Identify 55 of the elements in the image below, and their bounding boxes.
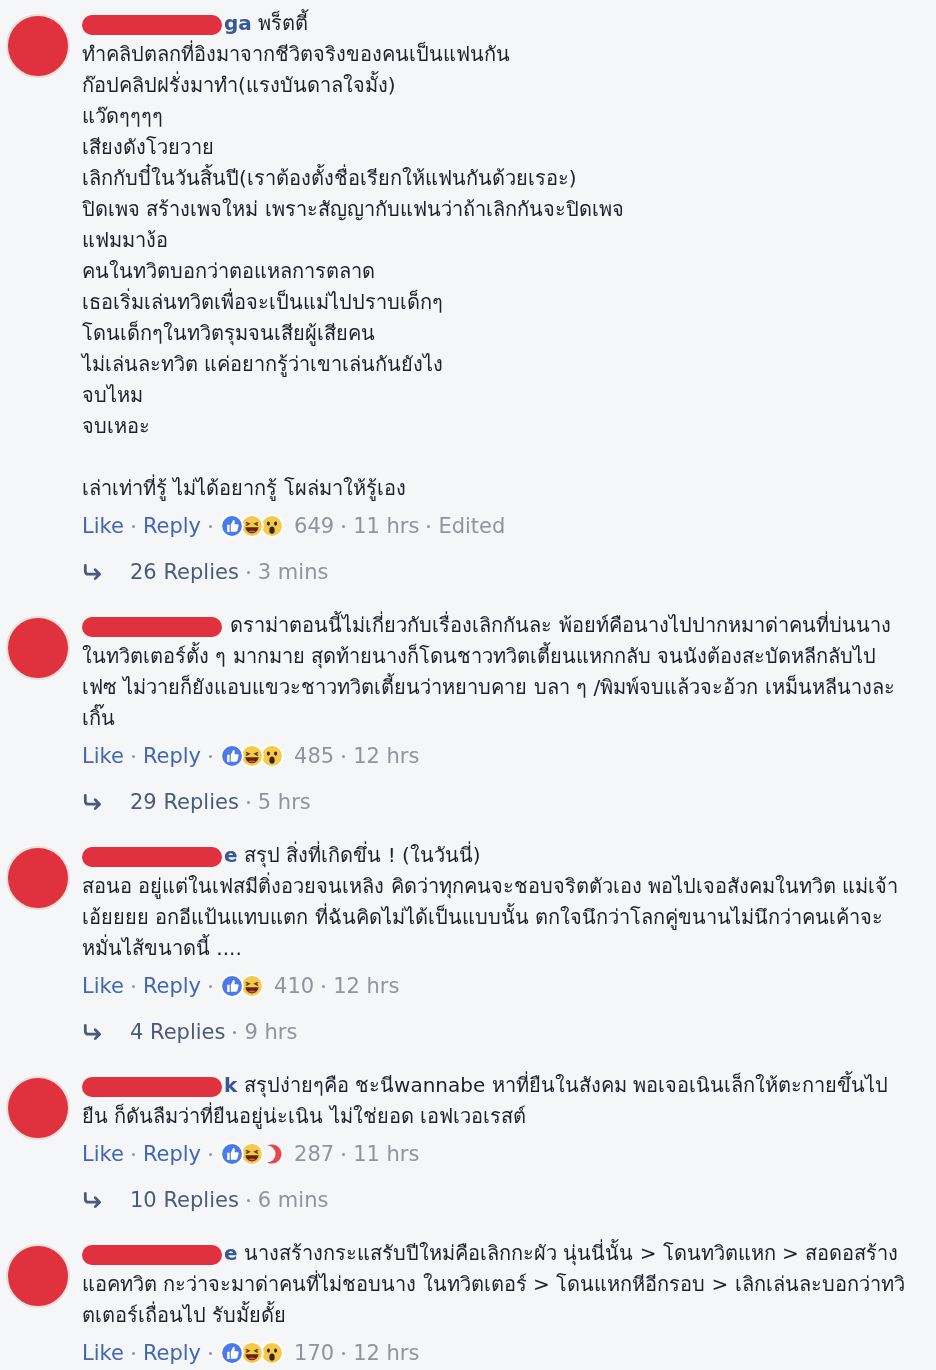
laughing-face-icon	[240, 1341, 265, 1365]
laughing-face-icon	[240, 1142, 265, 1166]
replies-time: 6 mins	[257, 1188, 329, 1212]
like-link[interactable]: Like	[82, 1142, 124, 1166]
comment-text: ga พร็ตตี้ ทำคลิปตลกที่อิงมาจากชีวิตจริงของคนเป็นแฟนกัน ก๊อปคลิปฝรั่งมาทำ(แรงบันดาลใจมั้ง) แว๊ดๆๆๆๆ เสียงดังโวยวาย เลิกกับบี๋ในวันสิ้นปี(เราต้องตั้งชื่อเรียกให้แฟนกันด้วยเรอะ) ปิดเพจ สร้างเพจใหม่ เพราะสัญญากับแฟนว่าถ้าเลิกกันจะปิดเพจ แฟมมาง้อ คนในทวิตบอกว่าตอแหลการตลาด เธอเริ่มเล่นทวิตเพื่อจะเป็นแม่ไปปราบเด็กๆ โดนเด็กๆในทวิตรุมจนเสียผู้เสียคน ไม่เล่นละทวิต แค่อยากรู้ว่าเขาเล่นกันยังไง จบไหม จบเหอะ เล่าเท่าที่รู้ ไม่ได้อยากรู้ โผล่มาให้รู้เอง	[82, 8, 625, 503]
like-reaction-icon	[220, 744, 245, 768]
commenter-name[interactable]: e	[224, 843, 238, 867]
surprised-face-icon	[260, 744, 285, 768]
like-reaction-icon	[220, 1341, 245, 1365]
comment-time[interactable]: 12 hrs	[333, 974, 400, 998]
replies-link[interactable]: 26 Replies	[130, 560, 239, 584]
like-link[interactable]: Like	[82, 1341, 124, 1365]
comment-time[interactable]: 12 hrs	[353, 1341, 420, 1365]
like-reaction-icon	[220, 974, 245, 998]
reaction-count: 485	[294, 744, 335, 768]
reply-link[interactable]: Reply	[142, 514, 202, 538]
comment-time[interactable]: 12 hrs	[353, 744, 420, 768]
reply-link[interactable]: Reply	[142, 744, 202, 768]
replies-link[interactable]: 29 Replies	[130, 790, 239, 814]
reaction-count: 410	[274, 974, 315, 998]
replies-link[interactable]: 4 Replies	[130, 1020, 226, 1044]
reply-arrow-icon	[82, 1191, 104, 1209]
replies-time: 9 hrs	[244, 1020, 298, 1044]
laughing-face-icon	[240, 974, 265, 998]
laughing-face-icon	[240, 744, 265, 768]
like-link[interactable]: Like	[82, 744, 124, 768]
like-reaction-icon	[220, 1142, 245, 1166]
comment-time[interactable]: 11 hrs	[353, 514, 420, 538]
reply-link[interactable]: Reply	[142, 974, 202, 998]
edited-label[interactable]: Edited	[438, 514, 506, 538]
surprised-face-icon	[260, 1341, 285, 1365]
like-link[interactable]: Like	[82, 974, 124, 998]
comment-text: ดราม่าตอนนี้ไม่เกี่ยวกับเรื่องเลิกกันละ พ้อยท์คือนางไปปากหมาด่าคนที่บ่นนางในทวิตเตอร์ตั้ง ๆ มากมาย สุดท้ายนางก็โดนชาวทวิตเตี้ยนแหกกลับ จนนังต้องสะบัดหลีกลับไปเฟซ ไม่วายก็ยังแอบแขวะชาวทวิตเตี้ยนว่าหยาบคาย บลา ๆ /พิมพ์จบแล้วจะอ้วก เหม็นหลีนางละเกิ๊น	[82, 610, 896, 732]
reaction-count: 287	[294, 1142, 335, 1166]
reply-arrow-icon	[82, 563, 104, 581]
comment-text: e สรุป สิ่งที่เกิดขึ่น ! (ในวันนี่) สอนอ อยู่แต่ในเฟสมีติ่งอวยจนเหลิง คิดว่าทุกคนจะชอบจริตตัวเอง พอไปเจอสังคมในทวิต แม่เจ้าเอ้ยยยย อกอีแป้นแทบแตก ที่ฉันคิดไม่ได้เป็นแบบนั้น ตกใจนึกว่าโลกคู่ขนานไม่นึกว่าคนเค้าจะหมั่นไส้ขนาดนี้ ....	[82, 840, 900, 962]
surprised-face-icon	[260, 514, 285, 538]
laughing-face-icon	[240, 514, 265, 538]
like-link[interactable]: Like	[82, 514, 124, 538]
replies-link[interactable]: 10 Replies	[130, 1188, 239, 1212]
like-reaction-icon	[220, 514, 245, 538]
commenter-name[interactable]: e	[224, 1241, 238, 1265]
commenter-name[interactable]: ga	[224, 11, 252, 35]
reaction-count: 649	[294, 514, 335, 538]
comment-time[interactable]: 11 hrs	[353, 1142, 420, 1166]
replies-time: 5 hrs	[257, 790, 311, 814]
replies-time: 3 mins	[257, 560, 329, 584]
reaction-count: 170	[294, 1341, 335, 1365]
comment-text: k สรุปง่ายๆคือ ชะนีwannabe หาที่ยืนในสังคม พอเจอเนินเล็กให้ตะกายขึ้นไปยืน ก็ดันลืมว่าที่ยืนอยู่น่ะเนิน ไม่ใช่ยอด เอฟเวอเรสต์	[82, 1070, 889, 1131]
reply-arrow-icon	[82, 793, 104, 811]
reply-arrow-icon	[82, 1023, 104, 1041]
reply-link[interactable]: Reply	[142, 1142, 202, 1166]
commenter-name[interactable]: k	[224, 1073, 238, 1097]
comment-text: e นางสร้างกระแสรับปีใหม่คือเลิกกะผัว นุ่นนี่นั้น > โดนทวิตแหก > สอดอสร้างแอคทวิต กะว่าจะมาด่าคนที่ไม่ชอบนาง ในทวิตเตอร์ > โดนแหกหีอีกรอบ > เลิกเล่นละบอกว่าทวิตเตอร์เถื่อนไป รับมั้ยดั้ย	[82, 1238, 906, 1329]
reply-link[interactable]: Reply	[142, 1341, 202, 1365]
